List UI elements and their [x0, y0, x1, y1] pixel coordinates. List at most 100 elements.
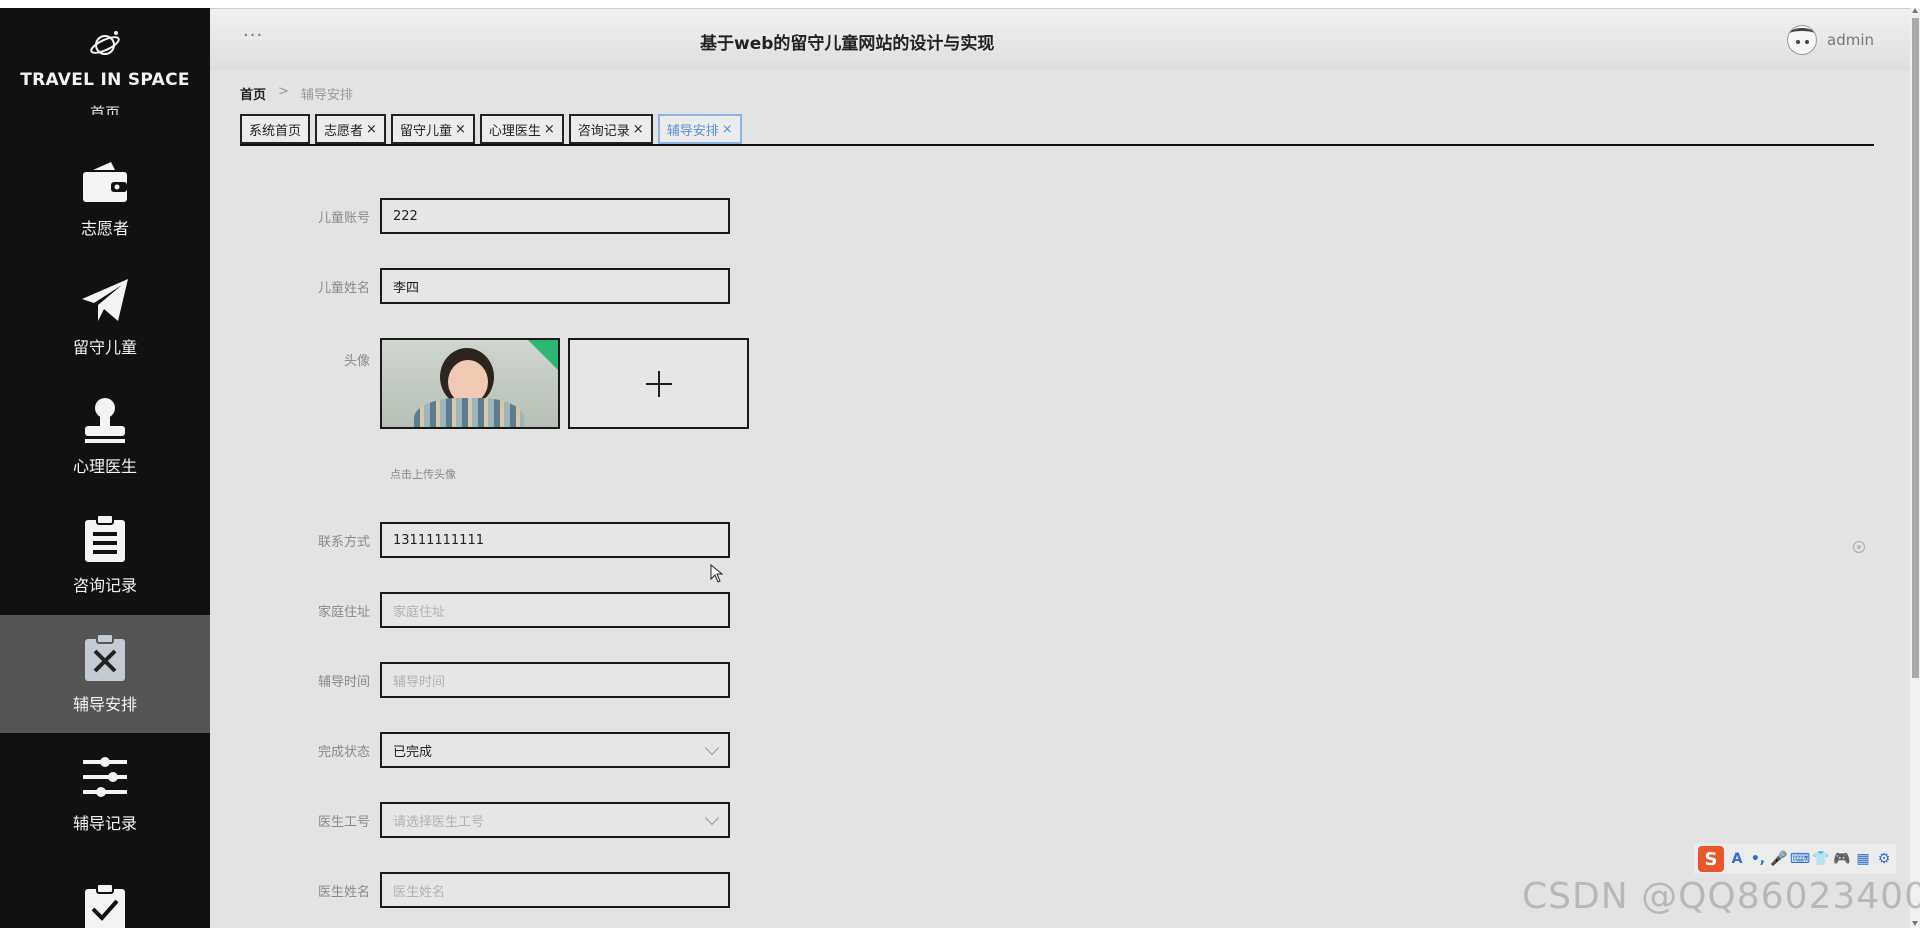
- planet-logo-icon: [90, 31, 120, 55]
- tab-label: 辅导安排: [666, 123, 719, 139]
- form-row-status: 完成状态 已完成: [210, 732, 730, 768]
- doctor-id-select[interactable]: 请选择医生工号: [380, 802, 730, 838]
- tab-children[interactable]: 留守儿童 ×: [390, 114, 475, 144]
- brand: TRAVEL IN SPACE: [0, 8, 210, 118]
- sliders-icon: [83, 757, 127, 797]
- clipboard-x-icon: [85, 633, 125, 681]
- ime-skin-icon[interactable]: 👕: [1812, 851, 1829, 867]
- breadcrumb-home[interactable]: 首页: [240, 84, 266, 103]
- close-icon[interactable]: ×: [544, 122, 555, 137]
- form-row-doctor-name: 医生姓名 医生姓名: [210, 872, 730, 908]
- ime-toolbar[interactable]: S A •, 🎤 ⌨ 👕 🎮 ▦ ⚙: [1694, 844, 1896, 874]
- field-label: 儿童姓名: [317, 280, 370, 296]
- status-select[interactable]: 已完成: [380, 732, 730, 768]
- form-row-doctor-id: 医生工号 请选择医生工号: [210, 802, 730, 838]
- breadcrumb-separator: >: [278, 84, 289, 99]
- site-title: 基于web的留守儿童网站的设计与实现: [700, 34, 995, 54]
- address-input[interactable]: 家庭住址: [380, 592, 730, 628]
- tab-doctor[interactable]: 心理医生 ×: [479, 114, 564, 144]
- tab-consult[interactable]: 咨询记录 ×: [568, 114, 653, 144]
- top-bar: ··· 基于web的留守儿童网站的设计与实现 admin: [210, 8, 1910, 70]
- field-label: 家庭住址: [317, 604, 370, 620]
- status-select-value: 已完成: [393, 744, 433, 760]
- clear-circle-icon[interactable]: [1853, 541, 1865, 553]
- tab-bar: 系统首页 志愿者 × 留守儿童 × 心理医生 × 咨询记录 × 辅导安排 ×: [240, 114, 1874, 146]
- sidebar: TRAVEL IN SPACE 首页 志愿者 留守儿童 心理医生 咨询记录 辅导…: [0, 8, 210, 928]
- phone-input[interactable]: 13111111111: [380, 522, 730, 558]
- field-label: 医生姓名: [317, 884, 370, 900]
- sidebar-item-label: 志愿者: [80, 219, 129, 238]
- coach-time-input[interactable]: 辅导时间: [380, 662, 730, 698]
- plus-icon: [645, 370, 672, 397]
- field-label: 完成状态: [317, 744, 370, 760]
- tab-volunteer[interactable]: 志愿者 ×: [315, 114, 386, 144]
- scroll-down-icon[interactable]: [1912, 921, 1918, 926]
- sogou-logo-icon[interactable]: S: [1698, 846, 1724, 872]
- close-icon[interactable]: ×: [633, 122, 644, 137]
- breadcrumb-current: 辅导安排: [300, 88, 353, 103]
- mouse-cursor-icon: [710, 564, 724, 583]
- scroll-up-icon[interactable]: [1912, 8, 1918, 13]
- sidebar-item-label: 心理医生: [72, 457, 137, 476]
- field-label: 头像: [343, 354, 370, 369]
- sidebar-item-children[interactable]: 留守儿童: [0, 258, 210, 376]
- close-icon[interactable]: ×: [722, 122, 733, 137]
- ime-font-icon[interactable]: A: [1729, 851, 1745, 867]
- form-row-child-name: 儿童姓名 李四: [210, 268, 730, 304]
- chevron-down-icon: [704, 810, 720, 825]
- form-row-avatar: 头像: [210, 338, 749, 429]
- sidebar-item-more[interactable]: [0, 853, 210, 928]
- avatar-upload-hint: 点击上传头像: [390, 468, 456, 481]
- sidebar-item-label: 辅导安排: [72, 695, 137, 714]
- username[interactable]: admin: [1827, 31, 1874, 49]
- tab-arrangement[interactable]: 辅导安排 ×: [657, 114, 742, 144]
- tab-label: 咨询记录: [577, 123, 630, 139]
- ime-keyboard-icon[interactable]: ⌨: [1790, 851, 1810, 867]
- avatar[interactable]: [1787, 25, 1817, 55]
- ime-mic-icon[interactable]: 🎤: [1770, 851, 1787, 867]
- tab-home[interactable]: 系统首页: [240, 114, 311, 144]
- wallet-icon: [83, 162, 127, 202]
- sidebar-item-label: 留守儿童: [72, 338, 137, 357]
- paper-plane-icon: [82, 279, 128, 321]
- ime-punctuation-icon[interactable]: •,: [1750, 851, 1766, 867]
- ime-grid-icon[interactable]: ▦: [1855, 851, 1871, 867]
- close-icon[interactable]: ×: [455, 122, 466, 137]
- menu-toggle-icon[interactable]: ···: [243, 25, 263, 46]
- ime-settings-icon[interactable]: ⚙: [1876, 851, 1892, 867]
- child-account-input[interactable]: 222: [380, 198, 730, 234]
- chevron-down-icon: [704, 740, 720, 755]
- clipboard-check-icon: [85, 883, 125, 928]
- sidebar-item-home-label[interactable]: 首页: [0, 103, 210, 115]
- tab-label: 系统首页: [249, 123, 302, 139]
- sidebar-item-doctor[interactable]: 心理医生: [0, 377, 210, 495]
- sidebar-item-arrangement[interactable]: 辅导安排: [0, 615, 210, 733]
- brand-name: TRAVEL IN SPACE: [20, 70, 190, 90]
- sidebar-item-label: 咨询记录: [72, 576, 137, 595]
- sidebar-item-records[interactable]: 辅导记录: [0, 734, 210, 852]
- ime-game-icon[interactable]: 🎮: [1833, 851, 1850, 867]
- sidebar-item-volunteer[interactable]: 志愿者: [0, 139, 210, 257]
- avatar-thumbnail[interactable]: [380, 338, 560, 429]
- field-label: 医生工号: [317, 814, 370, 830]
- form-row-phone: 联系方式 13111111111: [210, 522, 730, 558]
- form-row-child-account: 儿童账号 222: [210, 198, 730, 234]
- clipboard-icon: [85, 514, 125, 562]
- form-row-address: 家庭住址 家庭住址: [210, 592, 730, 628]
- doctor-name-input[interactable]: 医生姓名: [380, 872, 730, 908]
- close-icon[interactable]: ×: [366, 122, 377, 137]
- doctor-id-placeholder: 请选择医生工号: [393, 814, 485, 830]
- avatar-upload-button[interactable]: [568, 338, 749, 429]
- user-menu[interactable]: admin: [1787, 25, 1874, 55]
- main-content: ··· 基于web的留守儿童网站的设计与实现 admin 首页 > 辅导安排 系…: [210, 8, 1920, 928]
- page-scrollbar[interactable]: [1910, 8, 1920, 928]
- child-name-input[interactable]: 李四: [380, 268, 730, 304]
- breadcrumb: 首页 > 辅导安排: [240, 84, 353, 103]
- stamp-icon: [85, 398, 125, 443]
- tab-label: 心理医生: [488, 123, 541, 139]
- form-row-coach-time: 辅导时间 辅导时间: [210, 662, 730, 698]
- scrollbar-thumb[interactable]: [1912, 18, 1919, 678]
- tab-label: 留守儿童: [399, 123, 452, 139]
- sidebar-item-consult[interactable]: 咨询记录: [0, 496, 210, 614]
- sidebar-item-label: 辅导记录: [72, 814, 137, 833]
